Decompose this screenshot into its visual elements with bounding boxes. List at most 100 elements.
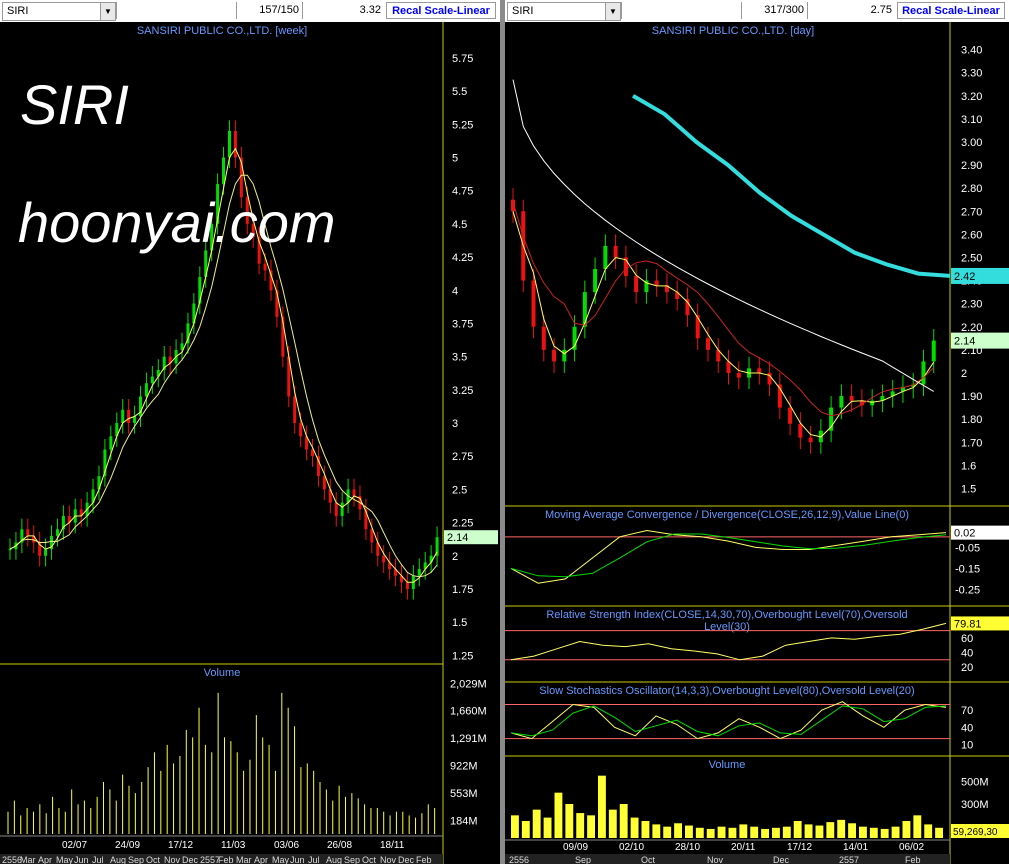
date-tick-label: 03/06 — [274, 840, 299, 851]
bottom-date-label: Nov — [380, 855, 397, 864]
volume-bar — [750, 826, 759, 838]
price-tick-label: 2.90 — [961, 160, 982, 172]
volume-bar — [717, 826, 726, 838]
candle-body — [541, 326, 546, 350]
volume-bar — [728, 827, 737, 838]
candle-body — [263, 263, 267, 271]
bottom-date-label: Dec — [773, 855, 790, 864]
weekly-toolbar: SIRI ▼ 157/150 3.32 Recal Scale-Linear — [0, 0, 500, 23]
recal-scale-button[interactable]: Recal Scale-Linear — [386, 2, 496, 19]
candle-body — [695, 315, 700, 339]
price-tick-label: 1.90 — [961, 391, 982, 403]
bottom-date-label: Nov — [707, 855, 724, 864]
volume-tick-label: 184M — [450, 815, 478, 827]
volume-bar — [554, 792, 563, 838]
weekly-chart-canvas[interactable]: SANSIRI PUBLIC CO.,LTD. [week] 5.75 5.5 5.2… — [0, 22, 500, 864]
price-tick-label: 3.40 — [961, 45, 982, 57]
date-tick-label: 17/12 — [787, 842, 812, 853]
candle-body — [839, 396, 844, 408]
volume-bar — [793, 821, 802, 838]
price-tick-label: 2.25 — [452, 518, 473, 530]
candle-body — [150, 376, 154, 384]
date-tick-label: 17/12 — [168, 840, 193, 851]
candle-body — [593, 269, 598, 293]
candle-body — [736, 372, 741, 378]
bottom-date-label: Mar — [20, 855, 36, 864]
bottom-date-label: May — [272, 855, 290, 864]
price-tick-label: 5.5 — [452, 86, 467, 98]
date-tick-label: 11/03 — [221, 840, 246, 851]
bar-count: 317/300 — [741, 2, 807, 19]
bottom-date-label: Jul — [92, 855, 104, 864]
volume-tick-label: 553M — [450, 788, 478, 800]
daily-chart-pane: SIRI ▼ 317/300 2.75 Recal Scale-Linear S… — [505, 0, 1009, 864]
blank-cell — [621, 2, 741, 19]
volume-bar — [695, 827, 704, 838]
volume-bar — [532, 809, 541, 838]
current-price: 3.32 — [302, 2, 384, 19]
volume-tick-label: 922M — [450, 761, 478, 773]
bottom-date-label: Oct — [641, 855, 656, 864]
price-tick-label: 3.20 — [961, 91, 982, 103]
stoch-title: Slow Stochastics Oscillator(14,3,3),Over… — [539, 685, 914, 697]
price-tick-label: 1.5 — [961, 483, 976, 495]
price-tick-label: 4.25 — [452, 252, 473, 264]
date-tick-label: 02/07 — [62, 840, 87, 851]
bottom-date-strip — [505, 854, 950, 864]
volume-bar — [782, 826, 791, 838]
bottom-date-label: Aug — [110, 855, 126, 864]
price-tick-label: 3.75 — [452, 318, 473, 330]
recal-scale-button[interactable]: Recal Scale-Linear — [897, 2, 1005, 19]
symbol-select[interactable]: SIRI ▼ — [507, 2, 621, 21]
volume-bar — [859, 826, 867, 838]
volume-bar — [630, 817, 639, 838]
price-tick-label: 3.5 — [452, 352, 467, 364]
macd-tick-label: -0.05 — [955, 542, 980, 554]
date-tick-label: 14/01 — [843, 842, 868, 853]
bottom-date-label: Oct — [362, 855, 377, 864]
overlay-site-text: hoonyai.com — [18, 191, 336, 254]
volume-bar — [815, 825, 824, 838]
volume-title: Volume — [709, 759, 746, 771]
volume-tick-label: 500M — [961, 776, 989, 788]
bottom-date-label: Apr — [254, 855, 268, 864]
candle-body — [788, 407, 793, 424]
rsi-title-line2: Level(30) — [704, 621, 750, 633]
macd-value-label: 0.02 — [954, 528, 975, 540]
bar-count: 157/150 — [236, 2, 302, 19]
price-tick-label: 2.30 — [961, 299, 982, 311]
volume-bar — [924, 824, 933, 838]
bottom-date-label: Feb — [905, 855, 921, 864]
candle-body — [705, 338, 710, 350]
date-tick-label: 24/09 — [115, 840, 140, 851]
chevron-down-icon[interactable]: ▼ — [605, 3, 620, 20]
price-tick-label: 3.10 — [961, 114, 982, 126]
daily-chart-canvas[interactable]: SANSIRI PUBLIC CO.,LTD. [day] 3.40 3.30 3.2… — [505, 22, 1009, 864]
volume-bar — [739, 824, 748, 838]
candle-body — [757, 368, 762, 373]
volume-bar — [848, 823, 856, 838]
volume-value-label: 59,269,30 — [953, 827, 998, 838]
last-price-label: 2.14 — [447, 532, 468, 544]
date-tick-label: 09/09 — [563, 842, 588, 853]
price-tick-label: 4.75 — [452, 186, 473, 198]
date-tick-label: 02/10 — [619, 842, 644, 853]
candle-body — [352, 489, 356, 497]
candle-body — [798, 423, 803, 438]
volume-bar — [608, 809, 617, 838]
chevron-down-icon[interactable]: ▼ — [100, 3, 115, 20]
price-tick-label: 5.25 — [452, 119, 473, 131]
candle-body — [299, 423, 303, 437]
symbol-select[interactable]: SIRI ▼ — [2, 2, 116, 21]
volume-bar — [902, 821, 911, 838]
volume-tick-label: 1,291M — [450, 733, 487, 745]
blank-cell — [116, 2, 236, 19]
price-tick-label: 2.50 — [961, 252, 982, 264]
candle-body — [931, 340, 936, 362]
bottom-date-label: Jun — [74, 855, 89, 864]
volume-bar — [913, 815, 922, 838]
bottom-date-label: Feb — [416, 855, 432, 864]
rsi-tick-label: 60 — [961, 633, 973, 645]
price-tick-label: 2.80 — [961, 183, 982, 195]
date-tick-label: 28/10 — [675, 842, 700, 853]
